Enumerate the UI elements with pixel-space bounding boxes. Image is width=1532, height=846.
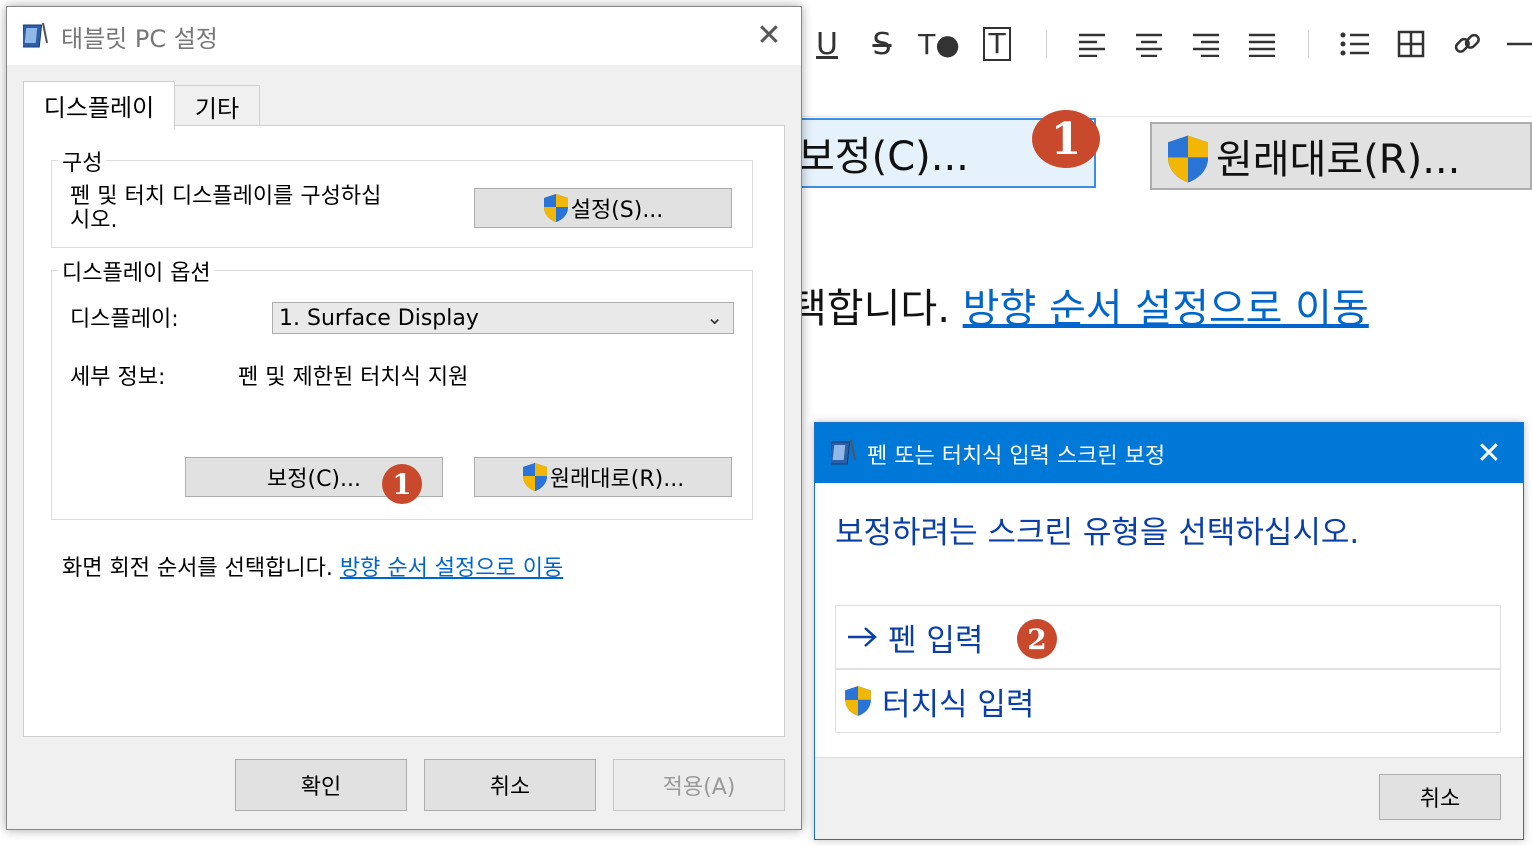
text-color-button[interactable]: T●	[917, 22, 961, 66]
dialog-title: 펜 또는 터치식 입력 스크린 보정	[867, 444, 1166, 469]
tab-panel: 구성 펜 및 터치 디스플레이를 구성하십 시오. 설정(S)... 디스플레이…	[23, 125, 785, 737]
display-select[interactable]: 1. Surface Display ⌄	[272, 302, 734, 334]
config-group-label: 구성	[58, 145, 107, 177]
cancel-button[interactable]: 취소	[424, 759, 596, 811]
dialog-title: 태블릿 PC 설정	[61, 25, 218, 53]
rotation-row: 화면 회전 순서를 선택합니다. 방향 순서 설정으로 이동	[62, 550, 563, 582]
bg-restore-label: 원래대로(R)...	[1216, 137, 1461, 183]
bg-rotation-fragment: 택합니다.	[790, 286, 963, 332]
setup-button-label: 설정(S)...	[570, 198, 664, 223]
tab-display[interactable]: 디스플레이	[23, 81, 175, 129]
tablet-pc-settings-dialog: 태블릿 PC 설정 ✕ 디스플레이 기타 구성 펜 및 터치 디스플레이를 구성…	[6, 6, 802, 830]
minus-icon	[1507, 42, 1532, 46]
title-bar[interactable]: 태블릿 PC 설정 ✕	[7, 7, 801, 65]
touch-input-label: 터치식 입력	[882, 686, 1035, 723]
ok-button[interactable]: 확인	[235, 759, 407, 811]
underline-button[interactable]: U	[805, 22, 849, 66]
toolbar-divider	[800, 116, 1532, 117]
apply-button[interactable]: 적용(A)	[613, 759, 785, 811]
text-box-icon: T	[983, 27, 1011, 61]
uac-shield-icon	[1166, 134, 1210, 184]
calibrate-cancel-button[interactable]: 취소	[1379, 774, 1501, 820]
calibrate-dialog: 펜 또는 터치식 입력 스크린 보정 ✕ 보정하려는 스크린 유형을 선택하십시…	[814, 422, 1524, 840]
setup-button[interactable]: 설정(S)...	[474, 188, 732, 228]
align-center-button[interactable]	[1127, 22, 1171, 66]
step-badge-2: 2	[1017, 619, 1057, 659]
bg-rotation-link[interactable]: 방향 순서 설정으로 이동	[963, 286, 1369, 332]
link-icon	[1454, 33, 1480, 53]
align-left-button[interactable]	[1070, 22, 1114, 66]
link-button[interactable]	[1445, 22, 1489, 66]
display-select-value: 1. Surface Display	[279, 305, 479, 331]
tablet-pc-icon	[23, 21, 49, 49]
rotation-link[interactable]: 방향 순서 설정으로 이동	[340, 556, 563, 581]
align-left-icon	[1079, 33, 1105, 57]
config-group: 구성 펜 및 터치 디스플레이를 구성하십 시오. 설정(S)...	[51, 145, 753, 248]
uac-shield-icon	[844, 685, 872, 717]
align-right-icon	[1193, 33, 1219, 57]
toolbar-separator	[1046, 30, 1047, 58]
config-description: 펜 및 터치 디스플레이를 구성하십 시오.	[70, 185, 381, 233]
details-value: 펜 및 제한된 터치식 지원	[238, 365, 469, 390]
tablet-pc-icon	[831, 438, 857, 466]
justify-button[interactable]	[1240, 22, 1284, 66]
display-label: 디스플레이:	[70, 307, 179, 332]
restore-button-label: 원래대로(R)...	[549, 467, 685, 492]
bullet-list-button[interactable]	[1333, 22, 1377, 66]
text-box-button[interactable]: T	[975, 22, 1019, 66]
bg-restore-button[interactable]: 원래대로(R)...	[1150, 122, 1532, 190]
config-description-line2: 시오.	[70, 208, 118, 233]
close-icon[interactable]: ✕	[749, 15, 789, 55]
step-badge-1: 1	[1032, 110, 1100, 168]
toolbar-separator	[1308, 30, 1309, 58]
title-bar[interactable]: 펜 또는 터치식 입력 스크린 보정 ✕	[815, 423, 1523, 483]
rotation-text: 화면 회전 순서를 선택합니다.	[62, 556, 333, 581]
tab-other[interactable]: 기타	[174, 85, 260, 127]
pen-input-option[interactable]: 펜 입력	[835, 605, 1501, 669]
calibrate-prompt: 보정하려는 스크린 유형을 선택하십시오.	[835, 515, 1360, 551]
align-center-icon	[1136, 33, 1162, 57]
details-label: 세부 정보:	[70, 365, 166, 390]
justify-icon	[1249, 33, 1275, 57]
more-button[interactable]	[1505, 22, 1532, 66]
chevron-down-icon: ⌄	[706, 305, 723, 329]
uac-shield-icon	[522, 462, 548, 492]
close-icon[interactable]: ✕	[1467, 431, 1511, 475]
bullet-list-icon	[1340, 32, 1369, 56]
pen-input-label: 펜 입력	[888, 622, 984, 659]
table-button[interactable]	[1389, 22, 1433, 66]
align-right-button[interactable]	[1184, 22, 1228, 66]
step-badge-1: 1	[382, 464, 422, 504]
arrow-right-icon	[848, 627, 877, 647]
strikethrough-button[interactable]: S	[860, 22, 904, 66]
restore-button[interactable]: 원래대로(R)...	[474, 457, 732, 497]
display-options-label: 디스플레이 옵션	[58, 255, 215, 287]
touch-input-option[interactable]: 터치식 입력	[835, 669, 1501, 733]
table-icon	[1397, 30, 1425, 58]
config-description-line1: 펜 및 터치 디스플레이를 구성하십	[70, 184, 382, 209]
uac-shield-icon	[543, 193, 569, 223]
bg-rotation-text: 택합니다. 방향 순서 설정으로 이동	[790, 276, 1369, 334]
